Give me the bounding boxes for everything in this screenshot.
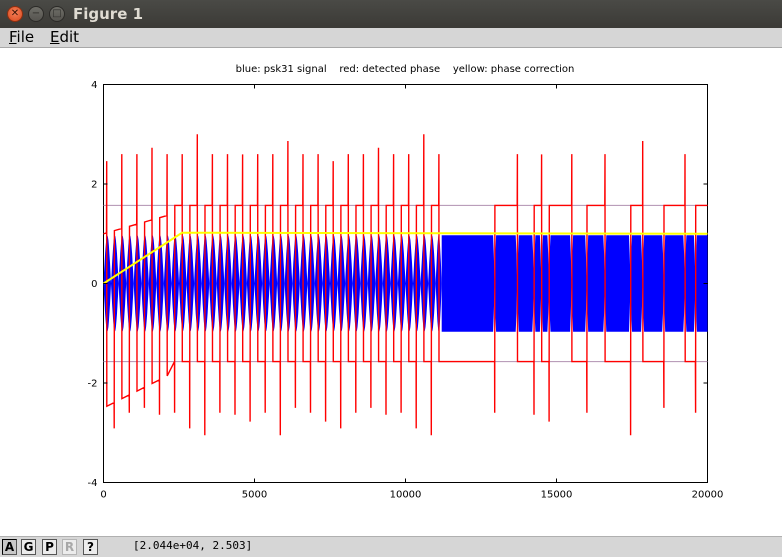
help-button[interactable]: ? — [83, 539, 98, 555]
chart-title: blue: psk31 signal red: detected phase y… — [236, 64, 575, 75]
signal-carrier-block — [441, 235, 708, 332]
menubar: File Edit — [0, 28, 782, 48]
x-tick-label-0: 0 — [100, 490, 106, 501]
autoscale-button[interactable]: A — [2, 539, 17, 555]
menu-file-label: ile — [16, 28, 35, 46]
close-icon[interactable]: ✕ — [7, 6, 23, 22]
menu-edit[interactable]: Edit — [50, 28, 79, 47]
grid-toggle-button[interactable]: G — [21, 539, 36, 555]
replot-button[interactable]: R — [62, 539, 77, 555]
figure-plot[interactable]: blue: psk31 signal red: detected phase y… — [0, 47, 782, 536]
x-tick-label-2: 10000 — [390, 490, 422, 501]
cursor-coordinates: [2.044e+04, 2.503] — [133, 539, 253, 552]
x-tick-label-1: 5000 — [242, 490, 267, 501]
menu-file[interactable]: File — [9, 28, 34, 47]
minimize-icon[interactable]: − — [28, 6, 44, 22]
window-titlebar[interactable]: ✕ − □ Figure 1 — [0, 0, 782, 28]
y-tick-label-2: 0 — [91, 279, 97, 290]
y-tick-label-4: 4 — [91, 80, 97, 91]
window-title: Figure 1 — [73, 5, 144, 23]
statusbar: A G P R ? [2.044e+04, 2.503] — [0, 536, 782, 557]
menu-edit-label: dit — [59, 28, 80, 46]
maximize-icon[interactable]: □ — [49, 6, 65, 22]
y-tick-label-1: -2 — [88, 379, 98, 390]
x-tick-label-4: 20000 — [692, 490, 724, 501]
x-tick-label-3: 15000 — [541, 490, 573, 501]
menu-file-mnemonic: F — [9, 28, 17, 46]
y-tick-label-3: 2 — [91, 180, 97, 191]
y-tick-label-0: -4 — [88, 478, 98, 489]
print-button[interactable]: P — [42, 539, 57, 555]
